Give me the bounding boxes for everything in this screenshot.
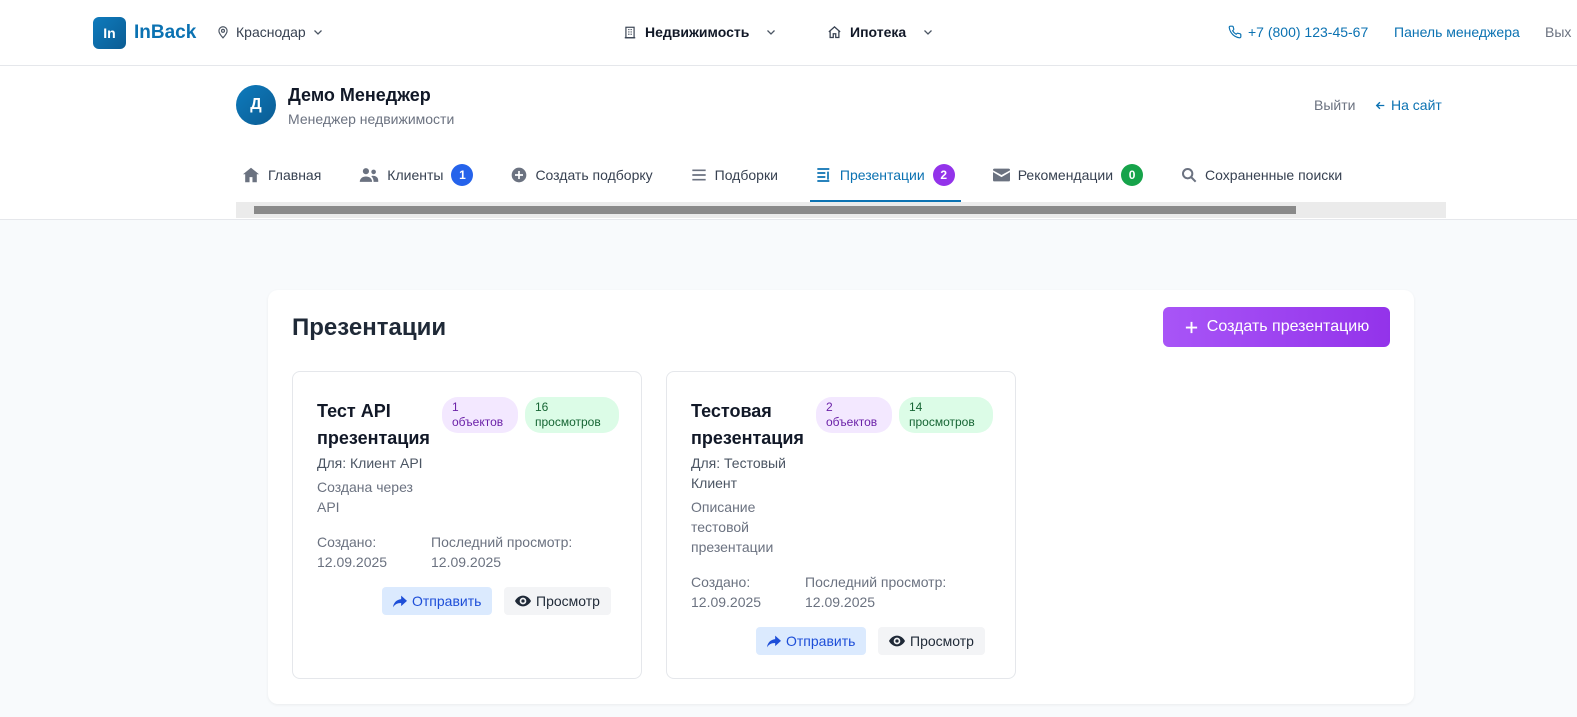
manager-name: Демо Менеджер — [288, 85, 431, 105]
logo[interactable]: In InBack — [93, 17, 196, 49]
users-icon — [359, 167, 379, 183]
tab-label: Рекомендации — [1017, 167, 1114, 183]
tab-label: Сохраненные поиски — [1205, 167, 1343, 183]
tab-saved-searches[interactable]: Сохраненные поиски — [1175, 148, 1348, 202]
tab-label: Подборки — [714, 167, 778, 183]
phone-link[interactable]: +7 (800) 123-45-67 — [1228, 24, 1368, 40]
nav-mortgage-label: Ипотека — [850, 24, 907, 40]
nav-realty-label: Недвижимость — [645, 24, 750, 40]
last-view-date: Последний просмотр: 12.09.2025 — [431, 532, 572, 572]
eye-icon — [889, 635, 905, 647]
map-pin-icon — [216, 25, 230, 39]
phone-number: +7 (800) 123-45-67 — [1248, 24, 1369, 40]
created-label: Создано: — [691, 574, 751, 590]
search-icon — [1181, 167, 1197, 183]
view-label: Просмотр — [536, 593, 600, 609]
chevron-down-icon — [922, 26, 934, 38]
list-icon — [691, 168, 707, 182]
share-icon — [393, 595, 407, 608]
tab-presentations[interactable]: Презентации 2 — [809, 148, 961, 202]
manager-panel-link[interactable]: Панель менеджера — [1394, 24, 1520, 40]
send-button[interactable]: Отправить — [382, 587, 493, 615]
chevron-down-icon — [765, 26, 777, 38]
created-label: Создано: — [317, 534, 377, 550]
presentation-card: Тест API презентация 1 объектов 16 просм… — [292, 371, 642, 679]
home-icon — [242, 167, 260, 183]
last-view-label: Последний просмотр: — [805, 574, 947, 590]
created-value: 12.09.2025 — [691, 594, 762, 610]
view-label: Просмотр — [910, 633, 974, 649]
presentation-icon — [816, 167, 832, 183]
eye-icon — [515, 595, 531, 607]
tab-label: Создать подборку — [535, 167, 653, 183]
tabs-scrollbar[interactable] — [236, 202, 1446, 218]
chevron-down-icon — [312, 26, 324, 38]
create-presentation-label: Создать презентацию — [1206, 318, 1370, 335]
to-site-link[interactable]: На сайт — [1374, 97, 1442, 113]
presentation-card: Тестовая презентация 2 объектов 14 просм… — [666, 371, 1016, 679]
client-name: Для: Клиент API — [317, 455, 423, 471]
tab-label: Презентации — [839, 167, 925, 183]
header-logout-link[interactable]: Вых — [1545, 24, 1571, 40]
share-icon — [767, 635, 781, 648]
manager-role: Менеджер недвижимости — [288, 111, 455, 127]
recommendations-count-badge: 0 — [1121, 164, 1144, 186]
tab-selections[interactable]: Подборки — [685, 148, 784, 202]
presentation-description: Создана через API — [317, 479, 413, 515]
objects-badge: 2 объектов — [816, 397, 892, 433]
created-date: Создано: 12.09.2025 — [691, 572, 761, 612]
plus-icon — [1184, 320, 1199, 335]
send-label: Отправить — [412, 593, 482, 609]
presentation-title: Тестовая презентация — [691, 401, 804, 448]
view-button[interactable]: Просмотр — [878, 627, 985, 655]
manager-profile-bar: Д Демо Менеджер Менеджер недвижимости Вы… — [0, 66, 1577, 220]
view-button[interactable]: Просмотр — [504, 587, 611, 615]
presentations-panel: Презентации Создать презентацию Тест API… — [268, 290, 1414, 704]
phone-icon — [1228, 25, 1242, 39]
created-date: Создано: 12.09.2025 — [317, 532, 387, 572]
last-view-value: 12.09.2025 — [431, 554, 502, 570]
to-site-label: На сайт — [1391, 97, 1442, 113]
tab-label: Главная — [268, 167, 322, 183]
scrollbar-thumb[interactable] — [254, 206, 1296, 214]
envelope-icon — [992, 168, 1010, 182]
last-view-value: 12.09.2025 — [805, 594, 876, 610]
views-badge: 16 просмотров — [525, 397, 619, 433]
send-button[interactable]: Отправить — [756, 627, 867, 655]
client-name: Для: Тестовый Клиент — [691, 455, 786, 491]
presentations-count-badge: 2 — [932, 164, 955, 186]
objects-badge: 1 объектов — [442, 397, 518, 433]
logo-mark: In — [93, 17, 126, 49]
presentation-description: Описание тестовой презентации — [691, 499, 774, 555]
send-label: Отправить — [786, 633, 856, 649]
clients-count-badge: 1 — [451, 164, 474, 186]
manager-tabs: Главная Клиенты 1 Создать подборку Подбо… — [236, 148, 1374, 202]
tab-create-selection[interactable]: Создать подборку — [505, 148, 658, 202]
last-view-label: Последний просмотр: — [431, 534, 573, 550]
views-badge: 14 просмотров — [899, 397, 993, 433]
tab-recommendations[interactable]: Рекомендации 0 — [987, 148, 1149, 202]
nav-mortgage[interactable]: Ипотека — [827, 24, 934, 40]
top-header: In InBack Краснодар Недвижимость Ипотека — [0, 0, 1577, 66]
nav-realty[interactable]: Недвижимость — [623, 24, 777, 40]
tab-label: Клиенты — [387, 167, 444, 183]
building-icon — [623, 25, 637, 40]
tab-home[interactable]: Главная — [236, 148, 327, 202]
created-value: 12.09.2025 — [317, 554, 388, 570]
home-icon — [827, 25, 842, 40]
tab-clients[interactable]: Клиенты 1 — [353, 148, 479, 202]
page-title: Презентации — [292, 314, 447, 341]
logo-text: InBack — [134, 22, 197, 43]
last-view-date: Последний просмотр: 12.09.2025 — [805, 572, 946, 612]
presentation-title: Тест API презентация — [317, 401, 430, 448]
create-presentation-button[interactable]: Создать презентацию — [1163, 307, 1390, 347]
logout-link[interactable]: Выйти — [1314, 97, 1355, 113]
city-label: Краснодар — [236, 24, 306, 40]
avatar: Д — [236, 85, 276, 125]
arrow-left-icon — [1374, 99, 1387, 112]
plus-circle-icon — [511, 167, 527, 183]
city-selector[interactable]: Краснодар — [216, 24, 324, 40]
